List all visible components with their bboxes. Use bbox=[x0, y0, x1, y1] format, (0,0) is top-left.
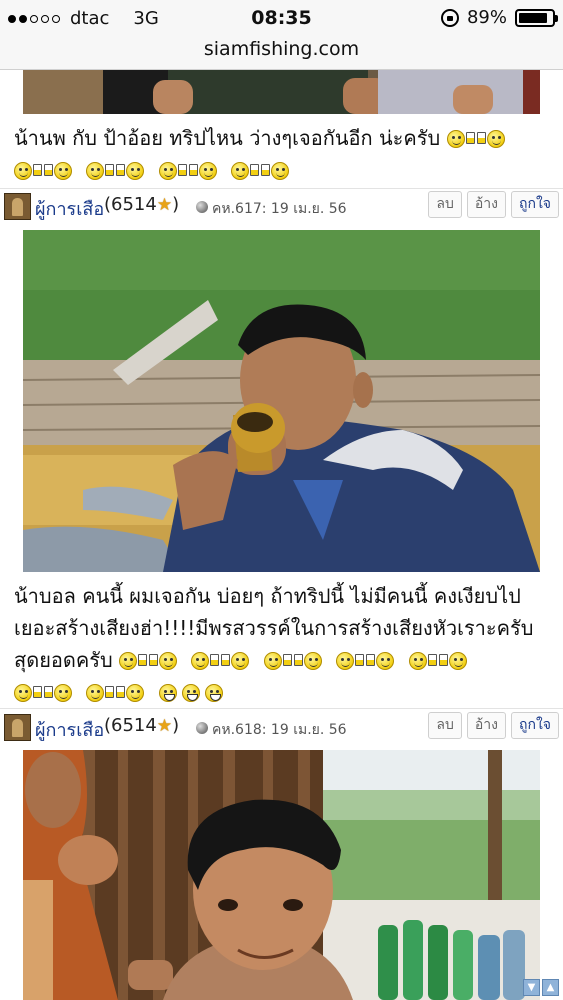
post-photo[interactable] bbox=[23, 70, 540, 114]
url-text[interactable]: siamfishing.com bbox=[204, 38, 359, 60]
post-actions: ลบ อ้าง ถูกใจ bbox=[428, 191, 559, 218]
star-icon: ★ bbox=[156, 716, 173, 736]
laugh-emoticon-icon bbox=[204, 684, 223, 702]
cheers-emoticon-icon bbox=[336, 644, 395, 676]
post-text-line: สุดยอดครับ bbox=[14, 648, 113, 672]
cheers-emoticon-icon bbox=[119, 644, 178, 676]
delete-button[interactable]: ลบ bbox=[428, 191, 462, 218]
cheers-emoticon-icon bbox=[191, 644, 250, 676]
quote-button[interactable]: อ้าง bbox=[466, 191, 506, 218]
post-meta: คห.617: 19 เม.ย. 56 bbox=[212, 201, 347, 217]
cheers-emoticon-icon bbox=[14, 154, 72, 186]
post-divider bbox=[0, 708, 563, 709]
address-bar[interactable]: siamfishing.com bbox=[0, 36, 563, 70]
like-button[interactable]: ถูกใจ bbox=[511, 712, 559, 739]
cheers-emoticon-icon bbox=[158, 154, 217, 186]
cheers-emoticon-icon bbox=[446, 122, 505, 154]
laugh-emoticon-icon bbox=[181, 684, 200, 702]
post-photo[interactable] bbox=[23, 750, 540, 1000]
post-header: ผู้การเสือ (6514★) คห.618: 19 เม.ย. 56 ล… bbox=[4, 712, 559, 744]
post-actions: ลบ อ้าง ถูกใจ bbox=[428, 712, 559, 739]
thread-content: น้านพ กับ ป้าอ้อย ทริปไหน ว่างๆเจอกันอีก… bbox=[0, 70, 563, 1000]
scroll-buttons: ▼ ▲ bbox=[523, 979, 559, 996]
score-value: (6514 bbox=[104, 715, 157, 736]
like-button[interactable]: ถูกใจ bbox=[511, 191, 559, 218]
cheers-emoticon-icon bbox=[86, 154, 145, 186]
cheers-emoticon-icon bbox=[408, 644, 467, 676]
battery-percent: 89% bbox=[466, 7, 507, 28]
username-link[interactable]: ผู้การเสือ bbox=[35, 194, 104, 223]
scroll-down-button[interactable]: ▼ bbox=[523, 979, 540, 996]
post-body: น้าบอล คนนี้ ผมเจอกัน บ่อยๆ ถ้าทริปนี้ ไ… bbox=[14, 580, 554, 708]
quote-button[interactable]: อ้าง bbox=[466, 712, 506, 739]
post-meta: คห.618: 19 เม.ย. 56 bbox=[212, 722, 347, 738]
post-text-line: เยอะสร้างเสียงฮ่า!!!!มีพรสวรรค์ในการสร้า… bbox=[14, 616, 534, 640]
username-link[interactable]: ผู้การเสือ bbox=[35, 715, 104, 744]
status-dot-icon bbox=[196, 201, 208, 213]
score-close: ) bbox=[172, 194, 180, 215]
post-text: น้านพ กับ ป้าอ้อย ทริปไหน ว่างๆเจอกันอีก… bbox=[14, 126, 441, 150]
scroll-up-button[interactable]: ▲ bbox=[542, 979, 559, 996]
post-header: ผู้การเสือ (6514★) คห.617: 19 เม.ย. 56 ล… bbox=[4, 191, 559, 223]
star-icon: ★ bbox=[156, 195, 173, 215]
rotation-lock-icon bbox=[440, 8, 459, 27]
cheers-emoticon-icon bbox=[231, 154, 290, 186]
score-value: (6514 bbox=[104, 194, 157, 215]
cheers-emoticon-icon bbox=[14, 676, 72, 708]
cheers-emoticon-icon bbox=[263, 644, 322, 676]
avatar[interactable] bbox=[4, 714, 31, 741]
cheers-emoticon-icon bbox=[86, 676, 145, 708]
status-right: 89% bbox=[440, 7, 558, 28]
user-score: (6514★) bbox=[104, 194, 179, 215]
laugh-emoticon-icon bbox=[158, 684, 177, 702]
post-text-line: น้าบอล คนนี้ ผมเจอกัน บ่อยๆ ถ้าทริปนี้ ไ… bbox=[14, 584, 521, 608]
post-body: น้านพ กับ ป้าอ้อย ทริปไหน ว่างๆเจอกันอีก… bbox=[14, 122, 554, 186]
user-score: (6514★) bbox=[104, 715, 179, 736]
delete-button[interactable]: ลบ bbox=[428, 712, 462, 739]
avatar[interactable] bbox=[4, 193, 31, 220]
battery-icon bbox=[515, 8, 558, 27]
status-bar: dtac 3G 08:35 89% bbox=[0, 0, 563, 36]
post-photo[interactable] bbox=[23, 230, 540, 572]
status-dot-icon bbox=[196, 722, 208, 734]
score-close: ) bbox=[172, 715, 180, 736]
post-divider bbox=[0, 188, 563, 189]
